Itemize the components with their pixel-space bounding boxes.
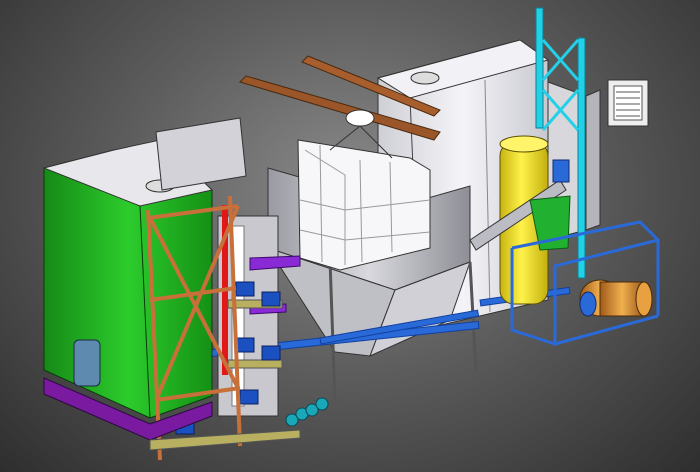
pump-motor-icon bbox=[552, 159, 570, 183]
control-box bbox=[155, 117, 247, 191]
dosing-pump bbox=[579, 279, 653, 317]
manhole-hatch-icon bbox=[410, 71, 440, 85]
overhead-brackets bbox=[239, 55, 441, 141]
discharge-nozzles bbox=[285, 397, 329, 427]
pump-motor-icon bbox=[235, 281, 255, 297]
cad-scene bbox=[42, 7, 660, 461]
cad-viewport bbox=[0, 0, 700, 472]
vent-grille-icon bbox=[607, 79, 649, 127]
